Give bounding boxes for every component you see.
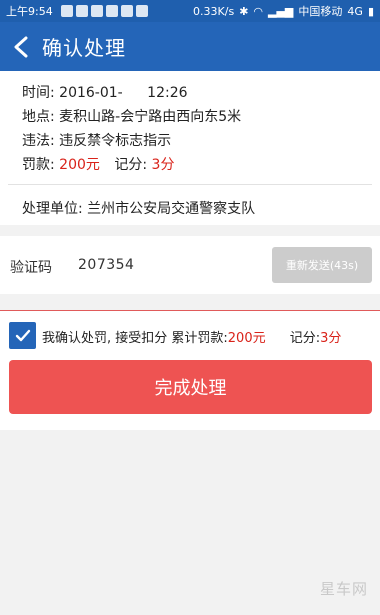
time-row: 时间: 2016-01- 12:26 bbox=[22, 82, 188, 102]
network-speed: 0.33K/s bbox=[193, 4, 235, 18]
fine-label: 罚款: bbox=[22, 157, 55, 173]
violation-value: 违反禁令标志指示 bbox=[59, 133, 172, 149]
carrier-name: 中国移动 bbox=[298, 5, 343, 18]
confirm-points-label: 记分: bbox=[289, 331, 321, 346]
notification-icon bbox=[120, 5, 133, 17]
violation-info-card: 时间: 2016-01- 12:26 地点: 麦积山路-会宁路由西向东5米 违法… bbox=[0, 71, 380, 225]
notification-icon bbox=[135, 5, 148, 17]
notification-icon bbox=[60, 5, 73, 17]
points-label: 记分: bbox=[114, 157, 148, 173]
notification-icon bbox=[90, 5, 103, 17]
network-type: 4G bbox=[347, 4, 363, 18]
place-value: 麦积山路-会宁路由西向东5米 bbox=[59, 109, 242, 125]
verification-code-input[interactable]: 207354 bbox=[78, 257, 134, 273]
chevron-left-icon bbox=[14, 36, 28, 57]
fine-row: 罚款: 200元 记分: 3分 bbox=[22, 154, 174, 174]
unit-value: 兰州市公安局交通警察支队 bbox=[87, 201, 256, 217]
unit-row: 处理单位: 兰州市公安局交通警察支队 bbox=[22, 198, 255, 218]
signal-icon: ▂▄▆ bbox=[268, 4, 294, 18]
verification-card: 验证码 207354 重新发送(43s) bbox=[0, 236, 380, 294]
notification-icon bbox=[75, 5, 88, 17]
divider bbox=[8, 184, 372, 185]
check-icon bbox=[15, 329, 30, 341]
notification-icons bbox=[60, 5, 148, 17]
battery-icon: ▮ bbox=[367, 4, 374, 18]
confirm-card: 我确认处罚, 接受扣分 累计罚款:200元 记分:3分 完成处理 bbox=[0, 310, 380, 430]
confirm-text-prefix: 我确认处罚, 接受扣分 累计罚款: bbox=[42, 331, 228, 346]
unit-label: 处理单位: bbox=[22, 201, 83, 217]
status-bar: 上午9:54 0.33K/s ✱ ◠ ▂▄▆ 中国移动 4G ▮ bbox=[0, 0, 380, 22]
resend-code-button[interactable]: 重新发送(43s) bbox=[272, 247, 372, 283]
finish-button[interactable]: 完成处理 bbox=[9, 360, 372, 414]
confirm-statement: 我确认处罚, 接受扣分 累计罚款:200元 记分:3分 bbox=[42, 327, 341, 346]
violation-row: 违法: 违反禁令标志指示 bbox=[22, 130, 171, 150]
confirm-fine: 200元 bbox=[227, 331, 266, 346]
confirm-checkbox[interactable] bbox=[9, 322, 36, 349]
place-label: 地点: bbox=[22, 109, 55, 125]
status-time: 上午9:54 bbox=[6, 5, 53, 18]
points-value: 3分 bbox=[151, 157, 175, 173]
verification-code-label: 验证码 bbox=[10, 260, 52, 276]
back-button[interactable] bbox=[0, 22, 42, 71]
fine-value: 200元 bbox=[59, 157, 100, 173]
notification-icon bbox=[105, 5, 118, 17]
place-row: 地点: 麦积山路-会宁路由西向东5米 bbox=[22, 106, 241, 126]
time-value: 2016-01- bbox=[59, 85, 123, 101]
wifi-icon: ◠ bbox=[253, 4, 264, 18]
time-label: 时间: bbox=[22, 85, 55, 101]
watermark: 星车网 bbox=[319, 580, 368, 598]
page-title: 确认处理 bbox=[42, 36, 126, 60]
confirm-points: 3分 bbox=[320, 331, 342, 346]
violation-label: 违法: bbox=[22, 133, 55, 149]
app-bar: 确认处理 bbox=[0, 22, 380, 71]
time-clock: 12:26 bbox=[147, 85, 188, 101]
bluetooth-icon: ✱ bbox=[239, 4, 249, 18]
